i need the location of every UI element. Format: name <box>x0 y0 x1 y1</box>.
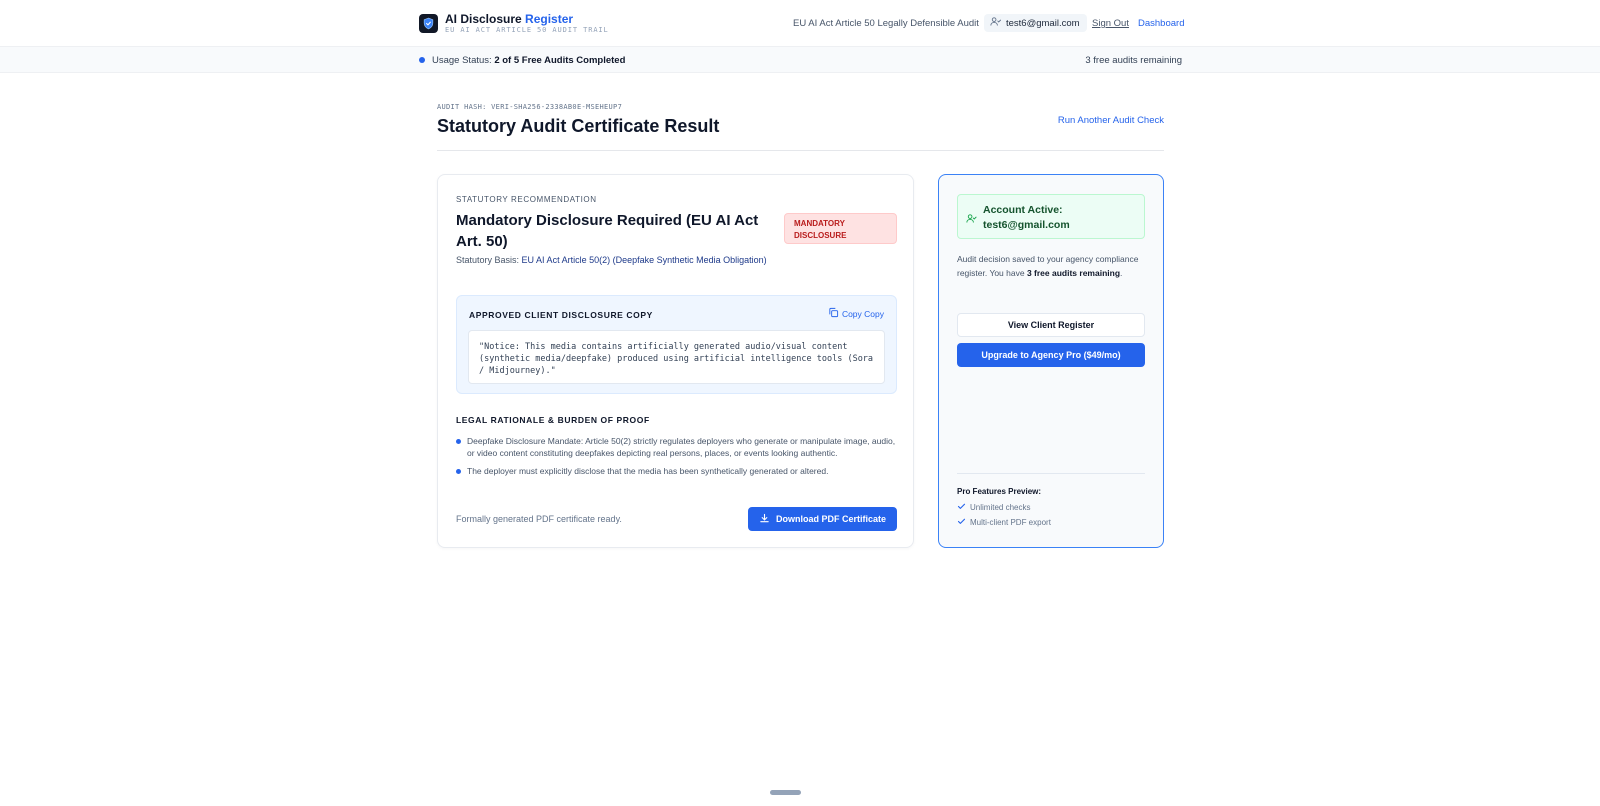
disclosure-copy-panel: APPROVED CLIENT DISCLOSURE COPY Copy Cop… <box>456 295 897 394</box>
user-icon <box>990 16 1001 30</box>
divider <box>957 473 1145 474</box>
badge-line-1: MANDATORY <box>794 219 845 228</box>
account-label: Account Active: <box>983 204 1063 216</box>
bullet-dot <box>456 439 461 444</box>
audits-remaining: 3 free audits remaining <box>1085 55 1182 66</box>
brand-subtitle: EU AI ACT ARTICLE 50 AUDIT TRAIL <box>445 26 609 34</box>
user-chip: test6@gmail.com <box>984 14 1087 32</box>
copy-button-label: Copy Copy <box>841 308 884 319</box>
run-another-audit-link[interactable]: Run Another Audit Check <box>1058 115 1164 126</box>
rationale-text: Deepfake Disclosure Mandate: Article 50(… <box>467 436 896 458</box>
list-item: Deepfake Disclosure Mandate: Article 50(… <box>456 435 896 459</box>
disclosure-text[interactable]: "Notice: This media contains artificiall… <box>468 330 885 384</box>
usage-status-bar: Usage Status: 2 of 5 Free Audits Complet… <box>0 47 1600 73</box>
result-card: STATUTORY RECOMMENDATION Mandatory Discl… <box>437 174 914 548</box>
dashboard-link[interactable]: Dashboard <box>1138 18 1184 29</box>
list-item: The deployer must explicitly disclose th… <box>456 465 896 477</box>
header-claim: EU AI Act Article 50 Legally Defensible … <box>793 18 979 29</box>
pro-features-heading: Pro Features Preview: <box>957 487 1042 496</box>
download-pdf-button[interactable]: Download PDF Certificate <box>748 507 897 531</box>
pdf-ready-note: Formally generated PDF certificate ready… <box>456 514 622 524</box>
pro-feature-item: Multi-client PDF export <box>957 517 1051 528</box>
usage-value: 2 of 5 Free Audits Completed <box>494 55 626 66</box>
copy-heading: APPROVED CLIENT DISCLOSURE COPY <box>469 310 653 320</box>
basis-value: EU AI Act Article 50(2) (Deepfake Synthe… <box>521 255 767 265</box>
pro-feature-item: Unlimited checks <box>957 502 1030 513</box>
status-badge: MANDATORY DISCLOSURE <box>784 213 897 244</box>
download-icon <box>759 513 770 526</box>
recommendation-eyebrow: STATUTORY RECOMMENDATION <box>456 195 597 204</box>
divider <box>437 150 1164 151</box>
badge-line-2: DISCLOSURE <box>794 231 847 240</box>
check-icon <box>957 517 966 528</box>
sign-out-link[interactable]: Sign Out <box>1092 18 1129 29</box>
top-header: AI Disclosure Register EU AI ACT ARTICLE… <box>0 0 1600 47</box>
pro-feature-label: Multi-client PDF export <box>970 518 1051 527</box>
download-pdf-label: Download PDF Certificate <box>775 514 886 524</box>
home-indicator[interactable] <box>770 790 801 795</box>
desc-part-2: . <box>1120 268 1123 278</box>
register-description: Audit decision saved to your agency comp… <box>957 252 1147 280</box>
statutory-basis: Statutory Basis: EU AI Act Article 50(2)… <box>456 255 767 265</box>
desc-bold: 3 free audits remaining <box>1026 268 1121 278</box>
usage-status: Usage Status: 2 of 5 Free Audits Complet… <box>432 55 625 66</box>
status-dot <box>419 57 425 63</box>
audit-hash: AUDIT HASH: VERI-SHA256-2338AB0E-MSEHEUP… <box>437 103 623 111</box>
rationale-text: The deployer must explicitly disclose th… <box>467 466 829 476</box>
account-active: Account Active: test6@gmail.com <box>983 203 1070 233</box>
account-side-card: Account Active: test6@gmail.com Audit de… <box>938 174 1164 548</box>
user-check-icon <box>966 211 977 229</box>
rationale-heading: LEGAL RATIONALE & BURDEN OF PROOF <box>456 415 650 425</box>
brand-title[interactable]: AI Disclosure Register <box>445 12 573 26</box>
bullet-dot <box>456 469 461 474</box>
copy-button[interactable]: Copy Copy <box>828 307 884 320</box>
account-status-box: Account Active: test6@gmail.com <box>957 194 1145 239</box>
view-client-register-button[interactable]: View Client Register <box>957 313 1145 337</box>
check-icon <box>957 502 966 513</box>
page-title: Statutory Audit Certificate Result <box>437 116 720 136</box>
brand-accent: Register <box>525 12 574 26</box>
account-email: test6@gmail.com <box>983 219 1070 231</box>
verdict-heading: Mandatory Disclosure Required (EU AI Act… <box>456 212 759 250</box>
copy-icon <box>828 307 839 320</box>
upgrade-pro-button[interactable]: Upgrade to Agency Pro ($49/mo) <box>957 343 1145 367</box>
user-email: test6@gmail.com <box>1006 17 1080 29</box>
shield-check-icon <box>419 14 438 33</box>
brand-main: AI Disclosure <box>445 12 522 26</box>
pro-feature-label: Unlimited checks <box>970 503 1031 512</box>
usage-label: Usage Status: <box>432 55 492 66</box>
basis-label: Statutory Basis: <box>456 255 520 265</box>
